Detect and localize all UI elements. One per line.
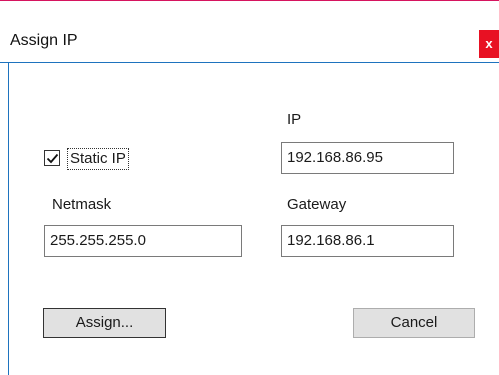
static-ip-label[interactable]: Static IP <box>67 148 129 170</box>
assign-button[interactable]: Assign... <box>43 308 166 338</box>
title-bar: Assign IP x <box>0 2 499 63</box>
ip-field[interactable]: 192.168.86.95 <box>281 142 454 174</box>
dialog-left-border <box>8 63 9 375</box>
ip-label: IP <box>287 111 302 128</box>
close-icon: x <box>485 36 493 51</box>
cancel-button[interactable]: Cancel <box>353 308 475 338</box>
netmask-label: Netmask <box>52 196 112 213</box>
window-title: Assign IP <box>10 32 78 49</box>
gateway-label: Gateway <box>287 196 347 213</box>
assign-ip-dialog: Assign IP x IP 192.168.86.95 Static IP N… <box>0 0 499 375</box>
checkmark-icon <box>46 153 59 164</box>
checkbox-box[interactable] <box>44 150 60 166</box>
netmask-field[interactable]: 255.255.255.0 <box>44 225 242 257</box>
close-button[interactable]: x <box>479 30 499 58</box>
gateway-field[interactable]: 192.168.86.1 <box>281 225 454 257</box>
